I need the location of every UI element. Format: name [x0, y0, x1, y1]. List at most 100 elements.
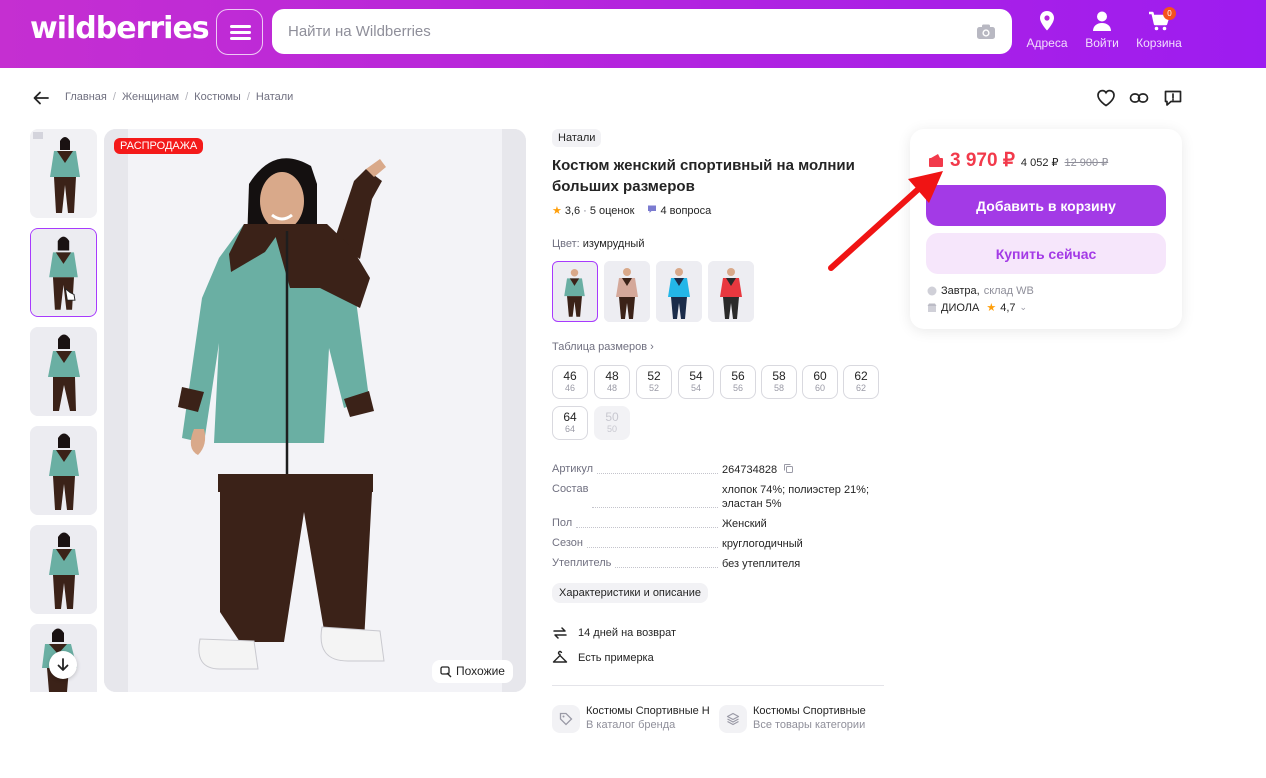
camera-icon[interactable] — [976, 23, 996, 40]
color-label-text: Цвет: — [552, 238, 580, 250]
spec-value: без утеплителя — [722, 558, 801, 570]
color-swatch[interactable] — [656, 261, 702, 322]
gallery-thumbnail[interactable] — [30, 525, 97, 614]
location-pin-icon — [1040, 11, 1054, 31]
spec-key: Сезон — [552, 537, 583, 549]
tag-icon — [552, 705, 580, 733]
product-thumbnail-image — [30, 426, 97, 515]
menu-button[interactable] — [216, 9, 263, 55]
size-option-unavailable: 50 50 — [594, 406, 630, 440]
similar-products-button[interactable]: Похожие — [432, 660, 513, 683]
delivery-warehouse: склад WB — [983, 285, 1034, 297]
heart-icon[interactable] — [1096, 88, 1116, 108]
price-block: 3 970 ₽ 4 052 ₽ 12 900 ₽ — [928, 149, 1108, 172]
return-policy-text: 14 дней на возврат — [578, 627, 676, 639]
spec-row: Утеплитель без утеплителя — [552, 557, 882, 571]
rating-value[interactable]: 3,6 — [565, 205, 580, 217]
size-option[interactable]: 52 52 — [636, 365, 672, 399]
breadcrumb: Главная / Женщинам / Костюмы / Натали — [65, 91, 294, 103]
gallery-scroll-down-button[interactable] — [49, 651, 77, 679]
brand-chip[interactable]: Натали — [552, 129, 602, 147]
size-option[interactable]: 48 48 — [594, 365, 630, 399]
seller-info[interactable]: ДИОЛА ★ 4,7 ⌄ — [927, 301, 1027, 314]
color-swatch[interactable] — [708, 261, 754, 322]
size-option[interactable]: 60 60 — [802, 365, 838, 399]
old-price: 12 900 ₽ — [1064, 157, 1109, 169]
divider — [552, 685, 884, 686]
color-swatch[interactable] — [604, 261, 650, 322]
header-nav-cart[interactable]: 0 Корзина — [1129, 7, 1189, 50]
size-option[interactable]: 58 58 — [761, 365, 797, 399]
hanger-icon — [552, 650, 568, 663]
color-swatch-image — [553, 262, 596, 320]
spec-value: 264734828 — [722, 464, 778, 476]
layers-icon — [719, 705, 747, 733]
color-swatch-image — [656, 261, 702, 322]
color-swatch[interactable] — [552, 261, 598, 322]
size-option[interactable]: 54 54 — [678, 365, 714, 399]
fitting-available: Есть примерка — [552, 650, 654, 666]
gallery-thumbnail[interactable] — [30, 426, 97, 515]
gallery-thumbnail[interactable] — [30, 129, 97, 218]
chevron-right-icon: › — [650, 341, 654, 353]
size-option[interactable]: 62 62 — [843, 365, 879, 399]
breadcrumb-item[interactable]: Главная — [65, 91, 107, 103]
return-policy: 14 дней на возврат — [552, 625, 676, 641]
delivery-info: Завтра, склад WB — [927, 285, 1034, 297]
size-table-label: Таблица размеров — [552, 341, 648, 353]
add-to-cart-button[interactable]: Добавить в корзину — [926, 185, 1166, 226]
site-header: wildberries Адреса Войти 0 — [0, 0, 1266, 68]
header-nav-label: Корзина — [1136, 36, 1182, 50]
size-option[interactable]: 56 56 — [720, 365, 756, 399]
search-bar — [272, 9, 1012, 54]
size-option[interactable]: 64 64 — [552, 406, 588, 440]
search-input[interactable] — [288, 9, 968, 54]
characteristics-button[interactable]: Характеристики и описание — [552, 583, 708, 603]
brand-catalog-link[interactable]: Костюмы Спортивные Н В каталог бренда — [552, 705, 710, 733]
size-option[interactable]: 46 46 — [552, 365, 588, 399]
shop-icon — [927, 303, 937, 312]
return-arrows-icon — [553, 627, 567, 639]
category-catalog-link[interactable]: Костюмы Спортивные Все товары категории — [719, 705, 866, 733]
gallery-thumbnail[interactable] — [30, 327, 97, 416]
sale-badge: РАСПРОДАЖА — [114, 138, 204, 154]
breadcrumb-item[interactable]: Натали — [256, 91, 293, 103]
color-label: Цвет: изумрудный — [552, 238, 644, 250]
user-icon — [1093, 11, 1111, 31]
gallery-thumbnail[interactable] — [30, 228, 97, 317]
spec-row: Артикул 264734828 — [552, 463, 882, 477]
product-thumbnail-image — [31, 229, 95, 315]
star-icon: ★ — [552, 205, 562, 217]
breadcrumb-item[interactable]: Костюмы — [194, 91, 241, 103]
header-nav-addresses[interactable]: Адреса — [1017, 10, 1077, 50]
site-logo[interactable]: wildberries — [30, 11, 210, 46]
spec-row: Состав хлопок 74%; полиэстер 21%; эласта… — [552, 483, 882, 511]
product-thumbnail-image — [30, 525, 97, 614]
wallet-icon — [929, 154, 943, 167]
chevron-down-icon: ⌄ — [1019, 302, 1028, 312]
color-swatch-image — [604, 261, 650, 322]
report-icon[interactable] — [1163, 88, 1183, 108]
delivery-day: Завтра, — [941, 285, 980, 297]
cart-count-badge: 0 — [1163, 7, 1176, 20]
similar-search-icon — [440, 665, 452, 677]
header-nav-login[interactable]: Войти — [1072, 10, 1132, 50]
copy-icon[interactable] — [783, 463, 794, 474]
wallet-price: 4 052 ₽ — [1020, 157, 1059, 169]
buy-now-button[interactable]: Купить сейчас — [926, 233, 1166, 274]
main-product-photo[interactable] — [104, 129, 526, 692]
breadcrumb-item[interactable]: Женщинам — [122, 91, 179, 103]
brand-catalog-title: Костюмы Спортивные Н — [586, 705, 710, 717]
similar-label: Похожие — [456, 664, 505, 678]
seller-name: ДИОЛА — [941, 301, 980, 314]
questions-icon — [647, 204, 657, 217]
size-table-link[interactable]: Таблица размеров › — [552, 341, 654, 353]
fitting-text: Есть примерка — [578, 652, 654, 664]
questions-count[interactable]: 4 вопроса — [660, 205, 711, 217]
header-nav-label: Войти — [1085, 36, 1119, 50]
reviews-count[interactable]: 5 оценок — [590, 205, 635, 217]
link-icon[interactable] — [1129, 88, 1149, 108]
back-arrow-icon[interactable] — [32, 89, 50, 107]
product-photo-image — [104, 129, 526, 692]
spec-key: Пол — [552, 517, 573, 529]
